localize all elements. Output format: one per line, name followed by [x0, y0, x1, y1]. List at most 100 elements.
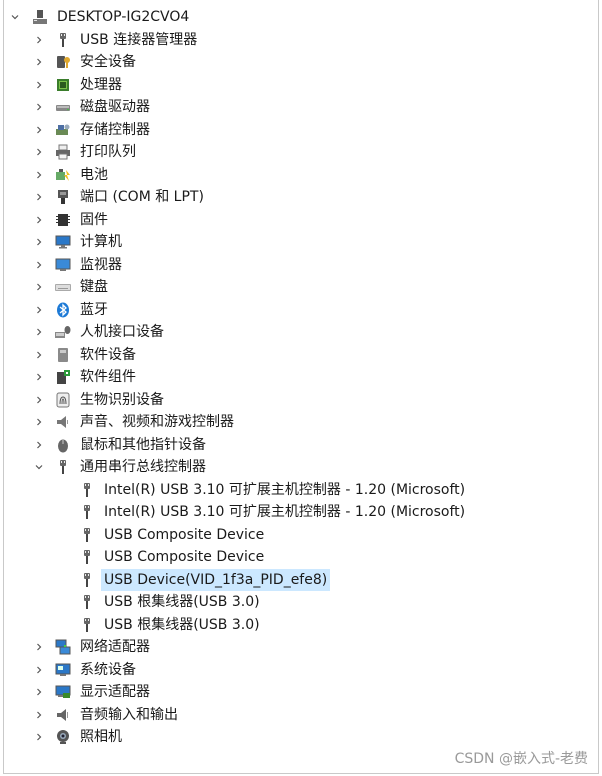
tree-item-label: 打印队列 — [80, 144, 136, 161]
network-icon — [55, 639, 71, 655]
tree-category[interactable]: USB 连接器管理器 — [0, 29, 602, 52]
chevron-down-icon[interactable] — [34, 462, 44, 472]
usb-plug-icon — [79, 594, 95, 610]
audio-icon — [55, 707, 71, 723]
tree-category[interactable]: 系统设备 — [0, 659, 602, 682]
tree-item-label: 磁盘驱动器 — [80, 99, 150, 116]
tree-category[interactable]: 打印队列 — [0, 141, 602, 164]
tree-device[interactable]: Intel(R) USB 3.10 可扩展主机控制器 - 1.20 (Micro… — [0, 501, 602, 524]
chevron-right-icon[interactable] — [34, 260, 44, 270]
chevron-down-icon[interactable] — [10, 12, 20, 22]
tree-category[interactable]: 软件设备 — [0, 344, 602, 367]
tree-item-label: 通用串行总线控制器 — [80, 459, 206, 476]
printer-icon — [55, 144, 71, 160]
keyboard-icon — [55, 279, 71, 295]
tree-category[interactable]: 监视器 — [0, 254, 602, 277]
usb-plug-icon — [55, 32, 71, 48]
usb-plug-icon — [79, 549, 95, 565]
chevron-right-icon[interactable] — [34, 125, 44, 135]
tree-category[interactable]: 端口 (COM 和 LPT) — [0, 186, 602, 209]
display-icon — [55, 257, 71, 273]
tree-category[interactable]: 键盘 — [0, 276, 602, 299]
battery-icon — [55, 167, 71, 183]
tree-device[interactable]: USB Composite Device — [0, 524, 602, 547]
chevron-right-icon[interactable] — [34, 710, 44, 720]
chevron-right-icon[interactable] — [34, 170, 44, 180]
security-key-icon — [55, 54, 71, 70]
tree-item-label: 端口 (COM 和 LPT) — [80, 189, 204, 206]
chevron-right-icon[interactable] — [34, 350, 44, 360]
chevron-right-icon[interactable] — [34, 440, 44, 450]
port-icon — [55, 189, 71, 205]
tree-category[interactable]: 存储控制器 — [0, 119, 602, 142]
chevron-right-icon[interactable] — [34, 732, 44, 742]
tree-category[interactable]: 显示适配器 — [0, 681, 602, 704]
tree-item-label: 蓝牙 — [80, 301, 108, 318]
tree-category[interactable]: 声音、视频和游戏控制器 — [0, 411, 602, 434]
chevron-right-icon[interactable] — [34, 215, 44, 225]
tree-category[interactable]: 生物识别设备 — [0, 389, 602, 412]
tree-device[interactable]: USB Composite Device — [0, 546, 602, 569]
chevron-right-icon[interactable] — [34, 147, 44, 157]
chevron-right-icon[interactable] — [34, 687, 44, 697]
tree-category[interactable]: 安全设备 — [0, 51, 602, 74]
tree-category[interactable]: 通用串行总线控制器 — [0, 456, 602, 479]
tree-category[interactable]: 人机接口设备 — [0, 321, 602, 344]
display-adapter-icon — [55, 684, 71, 700]
chevron-right-icon[interactable] — [34, 237, 44, 247]
firmware-icon — [55, 212, 71, 228]
tree-category[interactable]: 音频输入和输出 — [0, 704, 602, 727]
monitor-icon — [55, 234, 71, 250]
tree-category[interactable]: 计算机 — [0, 231, 602, 254]
tree-item-label: 软件组件 — [80, 369, 136, 386]
chevron-right-icon[interactable] — [34, 80, 44, 90]
tree-item-label: 照相机 — [80, 729, 122, 746]
tree-item-label: DESKTOP-IG2CVO4 — [57, 9, 190, 26]
chevron-right-icon[interactable] — [34, 305, 44, 315]
chevron-right-icon[interactable] — [34, 282, 44, 292]
tree-device[interactable]: USB 根集线器(USB 3.0) — [0, 591, 602, 614]
tree-category[interactable]: 电池 — [0, 164, 602, 187]
tree-category[interactable]: 网络适配器 — [0, 636, 602, 659]
chevron-right-icon[interactable] — [34, 417, 44, 427]
watermark: CSDN @嵌入式-老费 — [454, 751, 588, 767]
chevron-right-icon[interactable] — [34, 57, 44, 67]
tree-item-label: USB Composite Device — [104, 549, 265, 566]
chevron-right-icon[interactable] — [34, 642, 44, 652]
tree-item-label: USB Composite Device — [104, 526, 265, 543]
chevron-right-icon[interactable] — [34, 665, 44, 675]
tree-category[interactable]: 软件组件 — [0, 366, 602, 389]
device-tree[interactable]: DESKTOP-IG2CVO4 USB 连接器管理器 安全设备处理器磁盘驱动器存储控… — [0, 6, 602, 749]
usb-plug-icon — [79, 527, 95, 543]
tree-device[interactable]: USB 根集线器(USB 3.0) — [0, 614, 602, 637]
tree-item-label: 鼠标和其他指针设备 — [80, 436, 206, 453]
computer-icon — [32, 9, 48, 25]
software-component-icon — [55, 369, 71, 385]
tree-item-label: USB 连接器管理器 — [80, 31, 198, 48]
tree-category[interactable]: 鼠标和其他指针设备 — [0, 434, 602, 457]
tree-device[interactable]: Intel(R) USB 3.10 可扩展主机控制器 - 1.20 (Micro… — [0, 479, 602, 502]
chevron-right-icon[interactable] — [34, 372, 44, 382]
chevron-right-icon[interactable] — [34, 192, 44, 202]
tree-item-label: 电池 — [80, 166, 108, 183]
tree-root-computer[interactable]: DESKTOP-IG2CVO4 — [0, 6, 602, 29]
tree-item-label: 键盘 — [80, 279, 108, 296]
tree-device-selected[interactable]: USB Device(VID_1f3a_PID_efe8) — [0, 568, 602, 592]
speaker-icon — [55, 414, 71, 430]
chevron-right-icon[interactable] — [34, 102, 44, 112]
bluetooth-icon — [55, 302, 71, 318]
tree-category[interactable]: 蓝牙 — [0, 299, 602, 322]
tree-category[interactable]: 照相机 — [0, 726, 602, 749]
chevron-right-icon[interactable] — [34, 35, 44, 45]
tree-category[interactable]: 处理器 — [0, 74, 602, 97]
chevron-right-icon[interactable] — [34, 327, 44, 337]
tree-category[interactable]: 磁盘驱动器 — [0, 96, 602, 119]
tree-item-label: 安全设备 — [80, 54, 136, 71]
tree-item-label: 人机接口设备 — [80, 324, 164, 341]
tree-category[interactable]: 固件 — [0, 209, 602, 232]
usb-plug-icon — [79, 617, 95, 633]
chevron-right-icon[interactable] — [34, 395, 44, 405]
disk-drive-icon — [55, 99, 71, 115]
tree-item-label: 声音、视频和游戏控制器 — [80, 414, 234, 431]
cpu-icon — [55, 77, 71, 93]
